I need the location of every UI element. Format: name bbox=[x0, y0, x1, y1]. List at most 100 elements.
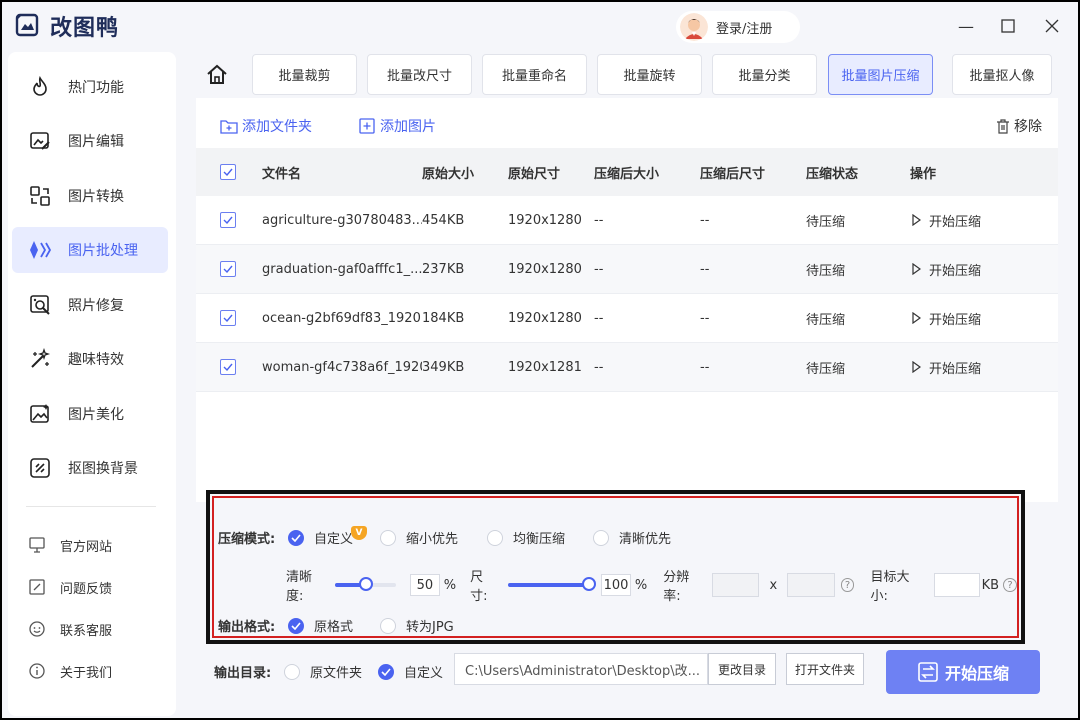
sidebar-item-label: 图片转换 bbox=[68, 189, 124, 205]
compression-mode-label: 压缩模式: bbox=[218, 532, 276, 547]
sidebar-item-cutout[interactable]: 抠图换背景 bbox=[12, 445, 168, 491]
cell-compressed-size: -- bbox=[594, 212, 604, 228]
header-status: 压缩状态 bbox=[806, 166, 859, 182]
cell-original-size: 184KB bbox=[422, 310, 465, 326]
customer-service-link[interactable]: 联系客服 bbox=[28, 617, 112, 641]
sidebar-item-image-convert[interactable]: 图片转换 bbox=[12, 173, 168, 219]
avatar bbox=[680, 13, 708, 41]
clarity-percent: % bbox=[443, 577, 457, 593]
tab-batch-classify[interactable]: 批量分类 bbox=[712, 54, 817, 95]
checkbox-checked-icon bbox=[220, 164, 236, 180]
header-operation: 操作 bbox=[910, 166, 937, 182]
play-icon bbox=[912, 214, 929, 226]
format-jpg-radio[interactable]: 转为JPG bbox=[380, 616, 454, 635]
home-button[interactable] bbox=[204, 62, 230, 88]
login-button[interactable]: 登录/注册 bbox=[676, 11, 800, 43]
format-original-label: 原格式 bbox=[314, 620, 354, 635]
start-compress-row-button[interactable]: 开始压缩 bbox=[912, 294, 981, 342]
remove-button[interactable]: 移除 bbox=[995, 116, 1042, 136]
tab-batch-resize[interactable]: 批量改尺寸 bbox=[367, 54, 472, 95]
output-custom-radio[interactable]: 自定义 bbox=[378, 662, 443, 681]
sidebar-item-image-beautify[interactable]: 图片美化 bbox=[12, 391, 168, 437]
official-website-link[interactable]: 官方网站 bbox=[28, 533, 112, 557]
minimize-button[interactable]: — bbox=[954, 14, 978, 38]
change-directory-button[interactable]: 更改目录 bbox=[708, 653, 776, 685]
trash-icon bbox=[997, 119, 1009, 134]
resolution-height-input[interactable] bbox=[787, 573, 835, 597]
add-image-button[interactable]: 添加图片 bbox=[358, 116, 436, 136]
sidebar-item-label: 照片修复 bbox=[68, 298, 124, 314]
format-original-radio[interactable]: 原格式 bbox=[288, 616, 353, 635]
play-icon bbox=[912, 263, 929, 275]
row-checkbox[interactable] bbox=[220, 245, 236, 293]
row-checkbox[interactable] bbox=[220, 196, 236, 244]
tab-batch-compress[interactable]: 批量图片压缩 bbox=[828, 54, 933, 95]
checkbox-checked-icon bbox=[220, 359, 236, 375]
radio-unchecked-icon bbox=[593, 529, 609, 546]
maximize-button[interactable] bbox=[996, 14, 1020, 38]
row-checkbox[interactable] bbox=[220, 294, 236, 342]
sidebar: 热门功能 图片编辑 图片转换 图片批处理 照片修复 趣味特效 图片美化 抠图换背… bbox=[8, 52, 176, 716]
row-action-label: 开始压缩 bbox=[929, 214, 982, 230]
target-size-label: 目标大小: bbox=[870, 570, 910, 604]
about-us-link[interactable]: 关于我们 bbox=[28, 659, 112, 683]
sidebar-item-photo-repair[interactable]: 照片修复 bbox=[12, 282, 168, 328]
sidebar-item-fun-effects[interactable]: 趣味特效 bbox=[12, 336, 168, 382]
output-path-field[interactable]: C:\Users\Administrator\Desktop\改... bbox=[454, 653, 708, 685]
close-button[interactable] bbox=[1040, 14, 1064, 38]
remove-label: 移除 bbox=[1014, 119, 1042, 135]
bottom-item-label: 官方网站 bbox=[60, 539, 113, 555]
mode-balanced-radio[interactable]: 均衡压缩 bbox=[487, 528, 565, 547]
start-compress-button[interactable]: 开始压缩 bbox=[886, 650, 1040, 694]
size-slider-handle[interactable] bbox=[582, 577, 597, 591]
tab-batch-portrait-cutout[interactable]: 批量抠人像 bbox=[952, 54, 1052, 95]
sidebar-item-batch[interactable]: 图片批处理 bbox=[12, 227, 168, 273]
open-folder-button[interactable]: 打开文件夹 bbox=[786, 653, 864, 685]
format-jpg-label: 转为JPG bbox=[406, 620, 454, 635]
clarity-input[interactable]: 50 bbox=[410, 574, 440, 596]
select-all-checkbox[interactable] bbox=[220, 148, 236, 196]
size-slider[interactable] bbox=[508, 577, 597, 591]
target-size-input[interactable] bbox=[934, 573, 980, 597]
size-input[interactable]: 100 bbox=[601, 574, 631, 596]
vip-badge-icon: V bbox=[351, 525, 368, 540]
sidebar-item-hot[interactable]: 热门功能 bbox=[12, 64, 168, 110]
photo-repair-icon bbox=[28, 293, 52, 317]
home-icon bbox=[207, 64, 227, 84]
feedback-link[interactable]: 问题反馈 bbox=[28, 575, 112, 599]
tab-batch-crop[interactable]: 批量裁剪 bbox=[252, 54, 357, 95]
clarity-slider-handle[interactable] bbox=[358, 577, 373, 591]
magic-wand-icon bbox=[28, 347, 52, 371]
tab-batch-rotate[interactable]: 批量旋转 bbox=[597, 54, 702, 95]
mode-smaller-label: 缩小优先 bbox=[406, 532, 459, 547]
sidebar-item-label: 抠图换背景 bbox=[68, 461, 138, 477]
batch-icon bbox=[28, 238, 52, 262]
output-original-folder-radio[interactable]: 原文件夹 bbox=[284, 662, 362, 681]
size-percent: % bbox=[634, 577, 648, 593]
start-compress-row-button[interactable]: 开始压缩 bbox=[912, 245, 981, 293]
start-compress-row-button[interactable]: 开始压缩 bbox=[912, 343, 981, 391]
add-folder-button[interactable]: 添加文件夹 bbox=[220, 116, 312, 136]
output-custom-label: 自定义 bbox=[404, 666, 444, 681]
help-icon[interactable]: ? bbox=[840, 578, 855, 592]
start-compress-row-button[interactable]: 开始压缩 bbox=[912, 196, 981, 244]
row-checkbox[interactable] bbox=[220, 343, 236, 391]
cell-original-dims: 1920x1280 bbox=[508, 261, 582, 277]
cell-compressed-dims: -- bbox=[700, 310, 710, 326]
sidebar-item-image-edit[interactable]: 图片编辑 bbox=[12, 118, 168, 164]
table-row: graduation-gaf0afffc1_... 237KB 1920x128… bbox=[196, 245, 1058, 294]
radio-checked-icon bbox=[288, 617, 304, 634]
mode-clarity-priority-radio[interactable]: 清晰优先 bbox=[593, 528, 671, 547]
row-action-label: 开始压缩 bbox=[929, 312, 982, 328]
clarity-slider[interactable] bbox=[334, 577, 397, 591]
resolution-width-input[interactable] bbox=[712, 573, 760, 597]
mode-smaller-priority-radio[interactable]: 缩小优先 bbox=[380, 528, 458, 547]
flame-icon bbox=[28, 75, 52, 99]
main-panel: 批量裁剪 批量改尺寸 批量重命名 批量旋转 批量分类 批量图片压缩 批量抠人像 … bbox=[180, 52, 1078, 718]
tab-batch-rename[interactable]: 批量重命名 bbox=[482, 54, 587, 95]
compression-settings-panel: 压缩模式: 自定义 V 缩小优先 均衡压缩 清晰优先 清晰度: 50 % 尺寸:… bbox=[206, 490, 1025, 644]
help-icon[interactable]: ? bbox=[1003, 578, 1017, 592]
cell-filename: ocean-g2bf69df83_1920 bbox=[262, 310, 421, 326]
mode-custom-radio[interactable]: 自定义 V bbox=[288, 525, 368, 547]
cell-filename: graduation-gaf0afffc1_... bbox=[262, 261, 422, 277]
